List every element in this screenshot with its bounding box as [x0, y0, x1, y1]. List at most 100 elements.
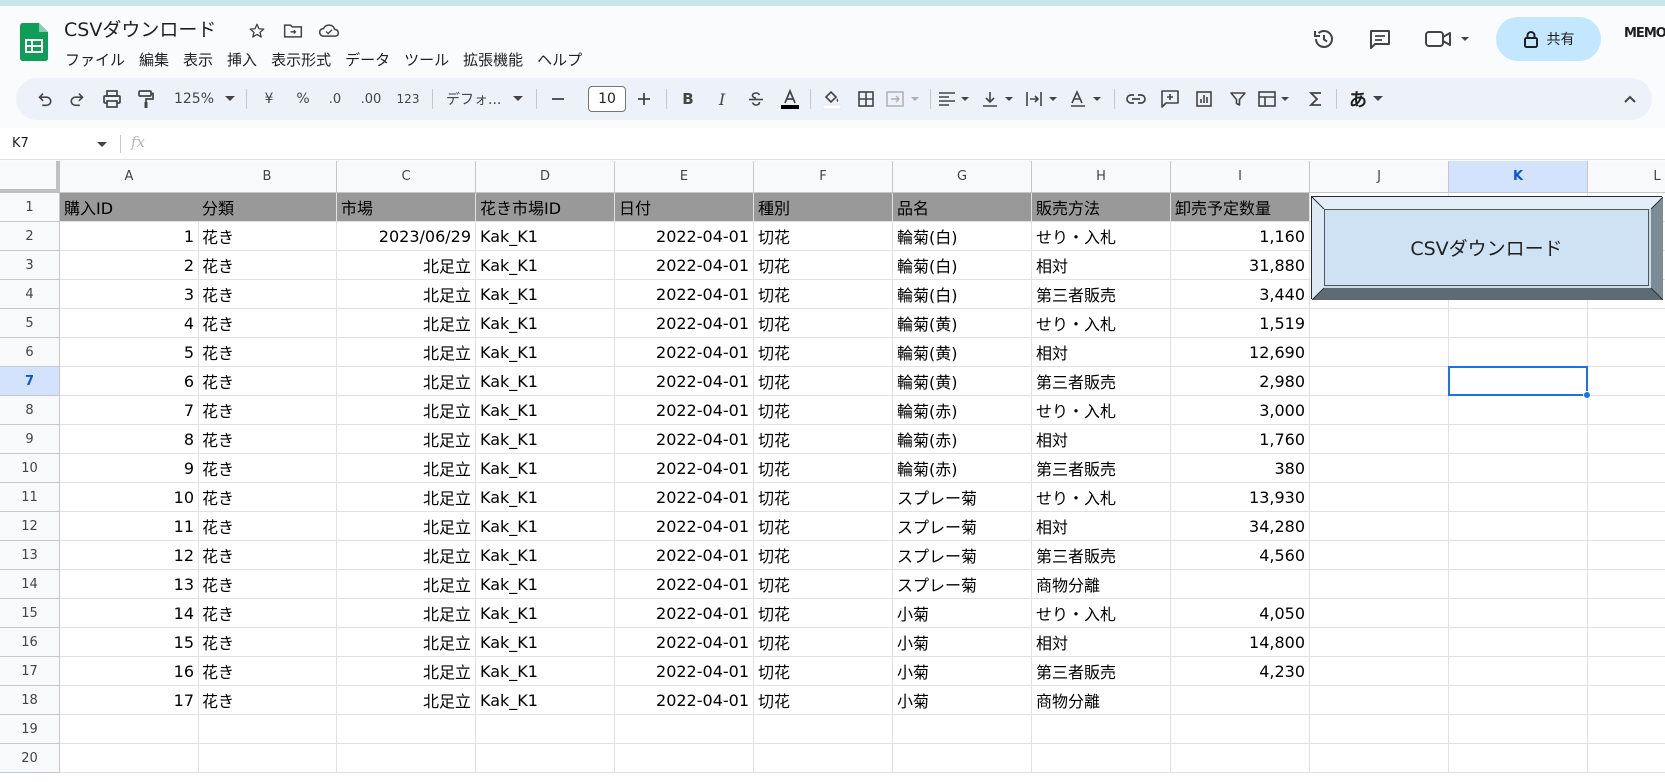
- cell-e10[interactable]: 2022-04-01: [615, 454, 754, 483]
- name-box-chevron-icon[interactable]: [97, 142, 107, 148]
- cell-h4[interactable]: 第三者販売: [1032, 280, 1171, 309]
- cell-d17[interactable]: Kak_K1: [476, 657, 615, 686]
- cell-f10[interactable]: 切花: [754, 454, 893, 483]
- cell-g8[interactable]: 輪菊(赤): [893, 396, 1032, 425]
- cell-f6[interactable]: 切花: [754, 338, 893, 367]
- cell-g10[interactable]: 輪菊(赤): [893, 454, 1032, 483]
- row-header-12[interactable]: 12: [0, 512, 60, 541]
- cell-d6[interactable]: Kak_K1: [476, 338, 615, 367]
- cell-h19[interactable]: [1032, 715, 1171, 744]
- font-size-input[interactable]: 10: [588, 86, 626, 112]
- cell-c6[interactable]: 北足立: [337, 338, 476, 367]
- cell-i16[interactable]: 14,800: [1171, 628, 1310, 657]
- cell-l10[interactable]: [1588, 454, 1665, 483]
- cell-c3[interactable]: 北足立: [337, 251, 476, 280]
- cell-i14[interactable]: [1171, 570, 1310, 599]
- cell-d14[interactable]: Kak_K1: [476, 570, 615, 599]
- font-size-increase-icon[interactable]: [630, 78, 658, 120]
- cell-k15[interactable]: [1449, 599, 1588, 628]
- cell-f17[interactable]: 切花: [754, 657, 893, 686]
- cell-e11[interactable]: 2022-04-01: [615, 483, 754, 512]
- cell-l20[interactable]: [1588, 744, 1665, 773]
- cell-a4[interactable]: 3: [60, 280, 199, 309]
- fill-handle[interactable]: [1583, 391, 1591, 399]
- meet-icon[interactable]: [1424, 25, 1474, 53]
- cell-i1[interactable]: 卸売予定数量: [1171, 193, 1310, 222]
- cell-k20[interactable]: [1449, 744, 1588, 773]
- cell-h5[interactable]: せり・入札: [1032, 309, 1171, 338]
- cell-a20[interactable]: [60, 744, 199, 773]
- cell-a19[interactable]: [60, 715, 199, 744]
- name-box[interactable]: K7: [12, 136, 29, 151]
- cell-g17[interactable]: 小菊: [893, 657, 1032, 686]
- cell-c10[interactable]: 北足立: [337, 454, 476, 483]
- functions-icon[interactable]: [1302, 78, 1330, 120]
- filter-views-icon[interactable]: [1256, 78, 1296, 120]
- cell-g18[interactable]: 小菊: [893, 686, 1032, 715]
- paint-format-icon[interactable]: [132, 78, 160, 120]
- menu-view[interactable]: 表示: [176, 47, 220, 72]
- cell-h6[interactable]: 相対: [1032, 338, 1171, 367]
- cell-k10[interactable]: [1449, 454, 1588, 483]
- cell-b17[interactable]: 花き: [198, 657, 337, 686]
- cell-h16[interactable]: 相対: [1032, 628, 1171, 657]
- column-header-b[interactable]: B: [198, 161, 337, 193]
- row-header-7[interactable]: 7: [0, 367, 60, 396]
- zoom-chevron-icon[interactable]: [222, 78, 238, 120]
- cell-d9[interactable]: Kak_K1: [476, 425, 615, 454]
- cell-h14[interactable]: 商物分離: [1032, 570, 1171, 599]
- cell-e18[interactable]: 2022-04-01: [615, 686, 754, 715]
- menu-data[interactable]: データ: [338, 47, 397, 72]
- filter-icon[interactable]: [1224, 78, 1252, 120]
- cell-l14[interactable]: [1588, 570, 1665, 599]
- cell-h20[interactable]: [1032, 744, 1171, 773]
- cell-e17[interactable]: 2022-04-01: [615, 657, 754, 686]
- cell-f16[interactable]: 切花: [754, 628, 893, 657]
- cell-a13[interactable]: 12: [60, 541, 199, 570]
- cell-a1[interactable]: 購入ID: [60, 193, 199, 222]
- cell-c1[interactable]: 市場: [337, 193, 476, 222]
- cell-c4[interactable]: 北足立: [337, 280, 476, 309]
- cell-f1[interactable]: 種別: [754, 193, 893, 222]
- cell-g3[interactable]: 輪菊(白): [893, 251, 1032, 280]
- cell-j12[interactable]: [1310, 512, 1449, 541]
- cell-c14[interactable]: 北足立: [337, 570, 476, 599]
- cell-h8[interactable]: せり・入札: [1032, 396, 1171, 425]
- cell-g9[interactable]: 輪菊(赤): [893, 425, 1032, 454]
- cell-b14[interactable]: 花き: [198, 570, 337, 599]
- cell-f15[interactable]: 切花: [754, 599, 893, 628]
- cell-k14[interactable]: [1449, 570, 1588, 599]
- cell-b20[interactable]: [198, 744, 337, 773]
- comments-icon[interactable]: [1366, 25, 1394, 53]
- row-header-9[interactable]: 9: [0, 425, 60, 454]
- menu-extensions[interactable]: 拡張機能: [456, 47, 530, 72]
- cell-i7[interactable]: 2,980: [1171, 367, 1310, 396]
- cell-e1[interactable]: 日付: [615, 193, 754, 222]
- cell-d3[interactable]: Kak_K1: [476, 251, 615, 280]
- cell-c15[interactable]: 北足立: [337, 599, 476, 628]
- strikethrough-icon[interactable]: [742, 78, 770, 120]
- font-chevron-icon[interactable]: [510, 78, 526, 120]
- cell-h12[interactable]: 相対: [1032, 512, 1171, 541]
- cell-j7[interactable]: [1310, 367, 1449, 396]
- collapse-toolbar-icon[interactable]: [1616, 78, 1644, 120]
- cell-b5[interactable]: 花き: [198, 309, 337, 338]
- cell-i2[interactable]: 1,160: [1171, 222, 1310, 251]
- cell-d4[interactable]: Kak_K1: [476, 280, 615, 309]
- cell-e20[interactable]: [615, 744, 754, 773]
- cell-d11[interactable]: Kak_K1: [476, 483, 615, 512]
- cell-g1[interactable]: 品名: [893, 193, 1032, 222]
- cell-a2[interactable]: 1: [60, 222, 199, 251]
- cell-j19[interactable]: [1310, 715, 1449, 744]
- cell-i20[interactable]: [1171, 744, 1310, 773]
- cell-g14[interactable]: スプレー菊: [893, 570, 1032, 599]
- cell-e12[interactable]: 2022-04-01: [615, 512, 754, 541]
- cell-i11[interactable]: 13,930: [1171, 483, 1310, 512]
- cell-g11[interactable]: スプレー菊: [893, 483, 1032, 512]
- row-header-2[interactable]: 2: [0, 222, 60, 251]
- cell-j6[interactable]: [1310, 338, 1449, 367]
- cell-h2[interactable]: せり・入札: [1032, 222, 1171, 251]
- cell-j5[interactable]: [1310, 309, 1449, 338]
- cell-c8[interactable]: 北足立: [337, 396, 476, 425]
- cell-c20[interactable]: [337, 744, 476, 773]
